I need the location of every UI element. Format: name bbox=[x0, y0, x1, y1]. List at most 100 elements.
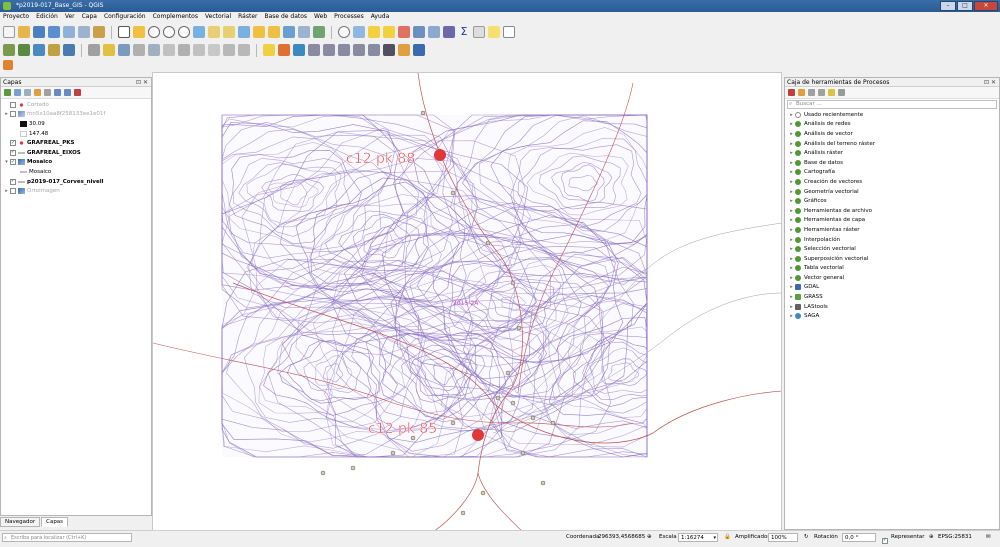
filter-legend-icon[interactable] bbox=[34, 89, 41, 96]
python-console-icon[interactable] bbox=[398, 44, 410, 56]
processing-group-item[interactable]: ▸ Base de datos bbox=[785, 158, 999, 168]
vertex-tool-icon[interactable] bbox=[148, 44, 160, 56]
expander-icon[interactable]: ▸ bbox=[788, 237, 795, 243]
processing-group-item[interactable]: ▸ Creación de vectores bbox=[785, 177, 999, 187]
crs-globe-icon[interactable]: ⊕ bbox=[929, 531, 934, 544]
plugin-tool-icon[interactable] bbox=[383, 44, 395, 56]
menu-complementos[interactable]: Complementos bbox=[153, 12, 198, 22]
text-annotation-icon[interactable] bbox=[503, 26, 515, 38]
processing-group-item[interactable]: ▸ SAGA bbox=[785, 311, 999, 321]
redo-icon[interactable] bbox=[238, 44, 250, 56]
expander-icon[interactable]: ▸ bbox=[788, 217, 795, 223]
maximize-button[interactable]: □ bbox=[957, 1, 973, 11]
coordinate-value[interactable]: 296393,4568685 bbox=[598, 531, 645, 544]
help-icon[interactable] bbox=[413, 44, 425, 56]
statistics-icon[interactable] bbox=[428, 26, 440, 38]
zoom-last-icon[interactable] bbox=[253, 26, 265, 38]
expander-icon[interactable]: ▸ bbox=[788, 198, 795, 204]
new-map-view-icon[interactable] bbox=[283, 26, 295, 38]
processing-group-item[interactable]: ▸ GRASS bbox=[785, 292, 999, 302]
add-group-icon[interactable] bbox=[14, 89, 21, 96]
data-source-manager-icon[interactable] bbox=[3, 44, 15, 56]
map-tips-icon[interactable] bbox=[488, 26, 500, 38]
scripts-icon[interactable] bbox=[798, 89, 805, 96]
layer-visibility-checkbox[interactable]: ✓ bbox=[10, 159, 16, 166]
close-window-button[interactable]: ✕ bbox=[974, 1, 998, 11]
open-project-icon[interactable] bbox=[18, 26, 30, 38]
processing-group-item[interactable]: ▸ Gráficos bbox=[785, 196, 999, 206]
expander-icon[interactable]: ▸ bbox=[788, 179, 795, 185]
processing-group-item[interactable]: ▸ Vector general bbox=[785, 273, 999, 283]
layer-row[interactable]: ▾ ✓ Mosaico bbox=[1, 158, 151, 168]
menu-processes[interactable]: Processes bbox=[334, 12, 364, 22]
add-raster-icon[interactable] bbox=[48, 44, 60, 56]
zoom-out-icon[interactable] bbox=[163, 26, 175, 38]
zoom-full-icon[interactable] bbox=[193, 26, 205, 38]
expander-icon[interactable]: ▸ bbox=[3, 188, 10, 194]
layer-row[interactable]: 147.48 bbox=[1, 129, 151, 139]
options-icon[interactable] bbox=[838, 89, 845, 96]
menu-proyecto[interactable]: Proyecto bbox=[3, 12, 29, 22]
layout-manager-icon[interactable] bbox=[78, 26, 90, 38]
run-feature-action-icon[interactable] bbox=[353, 26, 365, 38]
processing-group-item[interactable]: ▸ GDAL bbox=[785, 283, 999, 293]
minimize-button[interactable]: – bbox=[940, 1, 956, 11]
layer-row[interactable]: ▸ Ortoimagen bbox=[1, 186, 151, 196]
processing-group-item[interactable]: ▸ Cartografía bbox=[785, 168, 999, 178]
layer-row[interactable]: Mosaico bbox=[1, 167, 151, 177]
rotate-label-icon[interactable] bbox=[323, 44, 335, 56]
copy-features-icon[interactable] bbox=[193, 44, 205, 56]
expander-icon[interactable]: ▸ bbox=[3, 111, 10, 117]
show-hide-labels-icon[interactable] bbox=[353, 44, 365, 56]
expander-icon[interactable]: ▸ bbox=[788, 265, 795, 271]
open-attribute-table-icon[interactable] bbox=[398, 26, 410, 38]
layer-visibility-checkbox[interactable]: ✓ bbox=[10, 140, 16, 147]
add-db-icon[interactable] bbox=[63, 44, 75, 56]
render-checkbox[interactable]: ✓ bbox=[882, 534, 890, 547]
menu-ver[interactable]: Ver bbox=[65, 12, 75, 22]
processing-group-item[interactable]: ▸ Herramientas de archivo bbox=[785, 206, 999, 216]
toggle-editing-icon[interactable] bbox=[103, 44, 115, 56]
new-project-icon[interactable] bbox=[3, 26, 15, 38]
results-viewer-icon[interactable] bbox=[818, 89, 825, 96]
new-geopackage-icon[interactable] bbox=[18, 44, 30, 56]
paste-features-icon[interactable] bbox=[208, 44, 220, 56]
deselect-icon[interactable] bbox=[383, 26, 395, 38]
open-layer-styling-icon[interactable] bbox=[4, 89, 11, 96]
tab-capas[interactable]: Capas bbox=[41, 517, 69, 527]
map-render[interactable]: c12 pk 88 c12 pk 85 2015-2A bbox=[153, 73, 782, 532]
expander-icon[interactable]: ▸ bbox=[788, 208, 795, 214]
edit-features-in-place-icon[interactable] bbox=[828, 89, 835, 96]
processing-search-input[interactable]: ⌕ Buscar ... bbox=[787, 100, 997, 109]
current-edits-icon[interactable] bbox=[88, 44, 100, 56]
processing-group-item[interactable]: ▸ Interpolación bbox=[785, 235, 999, 245]
expander-icon[interactable]: ▸ bbox=[788, 294, 795, 300]
print-layout-icon[interactable] bbox=[63, 26, 75, 38]
rotation-spinbox[interactable]: 0,0 ° bbox=[842, 533, 876, 542]
zoom-next-icon[interactable] bbox=[268, 26, 280, 38]
panel-float-close-icon[interactable]: ⊡ ✕ bbox=[984, 78, 996, 87]
manage-themes-icon[interactable] bbox=[24, 89, 31, 96]
collapse-all-icon[interactable] bbox=[64, 89, 71, 96]
change-label-icon[interactable] bbox=[338, 44, 350, 56]
save-edits-icon[interactable] bbox=[118, 44, 130, 56]
label-tool-icon[interactable] bbox=[263, 44, 275, 56]
select-features-icon[interactable] bbox=[368, 26, 380, 38]
zoom-native-icon[interactable] bbox=[238, 26, 250, 38]
expander-icon[interactable]: ▸ bbox=[788, 160, 795, 166]
undo-icon[interactable] bbox=[223, 44, 235, 56]
expander-icon[interactable]: ▸ bbox=[788, 131, 795, 137]
zoom-in-icon[interactable] bbox=[148, 26, 160, 38]
expander-icon[interactable]: ▸ bbox=[788, 227, 795, 233]
processing-group-item[interactable]: ▸ Geometría vectorial bbox=[785, 187, 999, 197]
expander-icon[interactable]: ▸ bbox=[788, 284, 795, 290]
menu-configuracion[interactable]: Configuración bbox=[104, 12, 146, 22]
save-as-icon[interactable] bbox=[48, 26, 60, 38]
expander-icon[interactable]: ▸ bbox=[788, 313, 795, 319]
expander-icon[interactable]: ▾ bbox=[3, 159, 10, 165]
history-icon[interactable] bbox=[808, 89, 815, 96]
zoom-layer-icon[interactable] bbox=[223, 26, 235, 38]
layer-visibility-checkbox[interactable] bbox=[10, 101, 16, 108]
processing-group-item[interactable]: ▸ Selección vectorial bbox=[785, 244, 999, 254]
layer-visibility-checkbox[interactable] bbox=[10, 188, 16, 195]
